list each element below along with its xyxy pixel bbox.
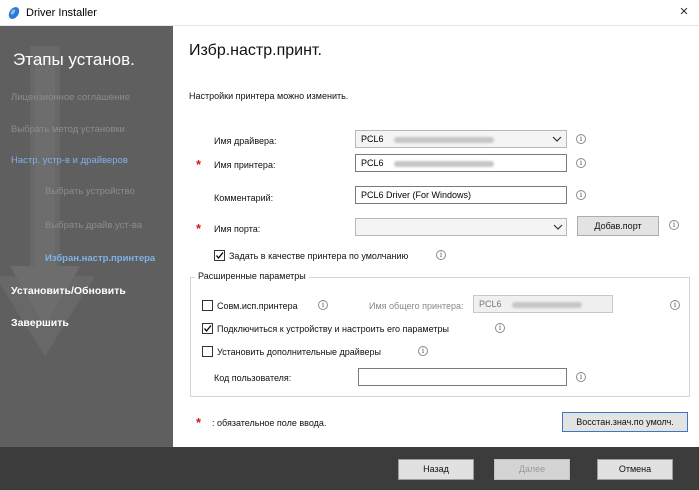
footer-bar: Назад Далее Отмена <box>0 447 699 490</box>
share-name-info-icon[interactable]: i <box>670 300 680 310</box>
main-panel: Избр.настр.принт. Настройки принтера мож… <box>173 26 699 447</box>
driver-name-value: PCL6 <box>361 134 384 144</box>
default-printer-info-icon[interactable]: i <box>436 250 446 260</box>
default-printer-label: Задать в качестве принтера по умолчанию <box>229 251 409 261</box>
default-printer-checkbox[interactable] <box>214 250 225 261</box>
printer-name-value: PCL6 <box>361 158 384 168</box>
sidebar-step-install-update: Установить/Обновить <box>11 285 126 297</box>
printer-name-label: Имя принтера: <box>214 160 276 170</box>
extra-drivers-info-icon[interactable]: i <box>418 346 428 356</box>
share-printer-label: Совм.исп.принтера <box>217 301 298 311</box>
check-icon <box>203 325 212 333</box>
comment-info-icon[interactable]: i <box>576 190 586 200</box>
user-code-label: Код пользователя: <box>214 373 292 383</box>
page-subtitle: Настройки принтера можно изменить. <box>189 91 349 101</box>
arrow-decoration <box>0 46 95 356</box>
chevron-down-icon <box>553 224 563 230</box>
required-note-icon: * <box>196 415 202 430</box>
share-name-value: PCL6 <box>479 299 502 309</box>
title-bar: Driver Installer × <box>0 0 699 26</box>
port-name-required-icon: * <box>196 221 202 236</box>
driver-name-info-icon[interactable]: i <box>576 134 586 144</box>
sidebar-substep-select-driver: Выбрать драйв.уст-ва <box>45 220 143 231</box>
connect-device-label: Подключиться к устройству и настроить ег… <box>217 324 449 334</box>
connect-device-checkbox[interactable] <box>202 323 213 334</box>
share-name-label: Имя общего принтера: <box>369 301 464 311</box>
driver-name-label: Имя драйвера: <box>214 136 277 146</box>
app-icon <box>8 7 20 19</box>
required-note: : обязательное поле ввода. <box>212 418 327 428</box>
sidebar-step-install-method: Выбрать метод установки <box>11 124 125 135</box>
share-name-input: PCL6 <box>473 295 613 313</box>
user-code-info-icon[interactable]: i <box>576 372 586 382</box>
comment-label: Комментарий: <box>214 193 274 203</box>
extra-drivers-checkbox[interactable] <box>202 346 213 357</box>
printer-name-required-icon: * <box>196 157 202 172</box>
extra-drivers-label: Установить дополнительные драйверы <box>217 347 381 357</box>
port-name-select[interactable] <box>355 218 567 236</box>
redacted-text <box>393 160 494 167</box>
sidebar-step-device-driver-settings: Настр. устр-в и драйверов <box>11 155 128 166</box>
printer-name-input[interactable]: PCL6 <box>355 154 567 172</box>
redacted-text <box>393 136 494 143</box>
sidebar-substep-select-device: Выбрать устройство <box>45 186 135 197</box>
driver-name-select[interactable]: PCL6 <box>355 130 567 148</box>
comment-input[interactable]: PCL6 Driver (For Windows) <box>355 186 567 204</box>
connect-device-info-icon[interactable]: i <box>495 323 505 333</box>
sidebar-step-license: Лицензионное соглашение <box>11 92 131 103</box>
sidebar-substep-printer-settings: Избран.настр.принтера <box>45 253 156 264</box>
share-printer-checkbox[interactable] <box>202 300 213 311</box>
next-button[interactable]: Далее <box>494 459 570 480</box>
share-printer-info-icon[interactable]: i <box>318 300 328 310</box>
printer-name-info-icon[interactable]: i <box>576 158 586 168</box>
user-code-input[interactable] <box>358 368 567 386</box>
steps-sidebar: Этапы установ. Лицензионное соглашение В… <box>0 26 173 447</box>
page-title: Избр.настр.принт. <box>189 42 322 59</box>
sidebar-step-finish: Завершить <box>11 317 69 329</box>
check-icon <box>215 252 224 260</box>
chevron-down-icon <box>552 136 562 142</box>
window-title: Driver Installer <box>26 7 97 19</box>
sidebar-heading: Этапы установ. <box>13 50 135 69</box>
advanced-settings-title: Расширенные параметры <box>195 271 309 281</box>
add-port-button[interactable]: Добав.порт <box>577 216 659 236</box>
back-button[interactable]: Назад <box>398 459 474 480</box>
close-icon[interactable]: × <box>675 3 693 21</box>
cancel-button[interactable]: Отмена <box>597 459 673 480</box>
redacted-text <box>511 301 582 308</box>
port-name-info-icon[interactable]: i <box>669 220 679 230</box>
port-name-label: Имя порта: <box>214 224 261 234</box>
restore-defaults-button[interactable]: Восстан.знач.по умолч. <box>562 412 688 432</box>
